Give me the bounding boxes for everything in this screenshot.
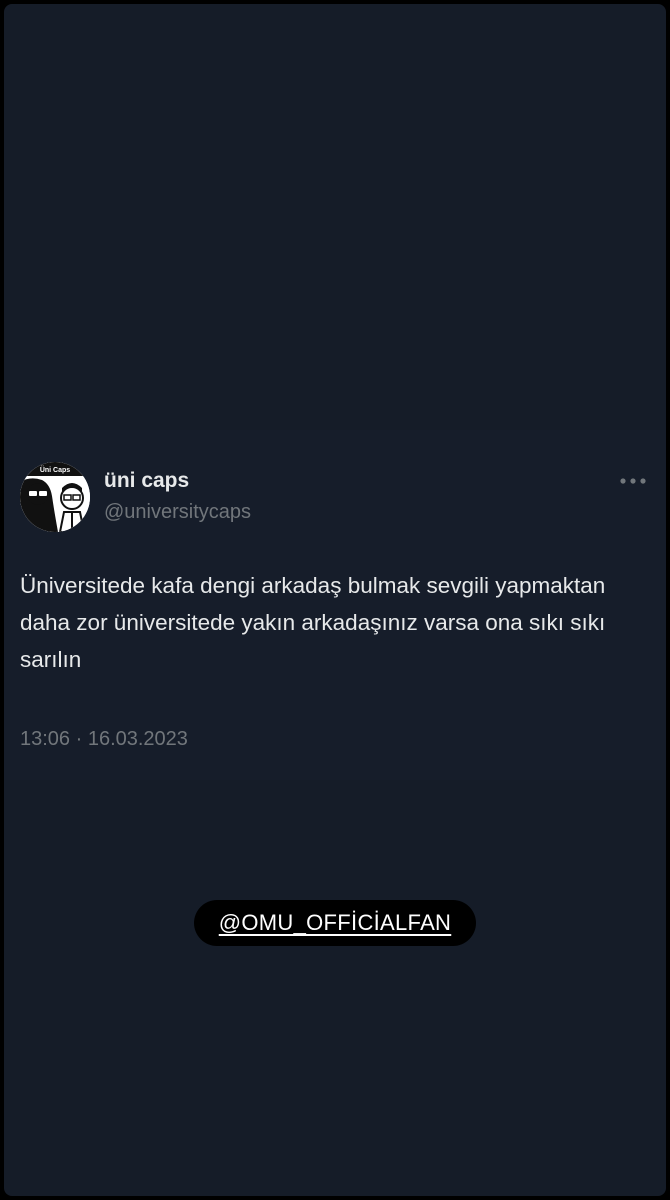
story-screen: Üni Caps üni caps @universitycaps Üniver…	[4, 4, 666, 1196]
tweet-text: Üniversitede kafa dengi arkadaş bulmak s…	[20, 573, 606, 672]
user-handle[interactable]: @universitycaps	[104, 499, 251, 525]
logo-text: Üni Caps	[40, 465, 70, 474]
mention-label[interactable]: @OMU_OFFİCİALFAN	[219, 910, 452, 936]
mention-sticker[interactable]: @OMU_OFFİCİALFAN	[194, 900, 476, 946]
display-name[interactable]: üni caps	[104, 468, 189, 494]
tweet-timestamp[interactable]: 13:06 · 16.03.2023	[20, 726, 188, 752]
tweet-card[interactable]: Üni Caps üni caps @universitycaps Üniver…	[4, 430, 666, 780]
more-horizontal-icon[interactable]	[618, 474, 648, 488]
avatar[interactable]: Üni Caps	[20, 462, 90, 532]
uni-caps-logo: Üni Caps	[20, 462, 90, 532]
